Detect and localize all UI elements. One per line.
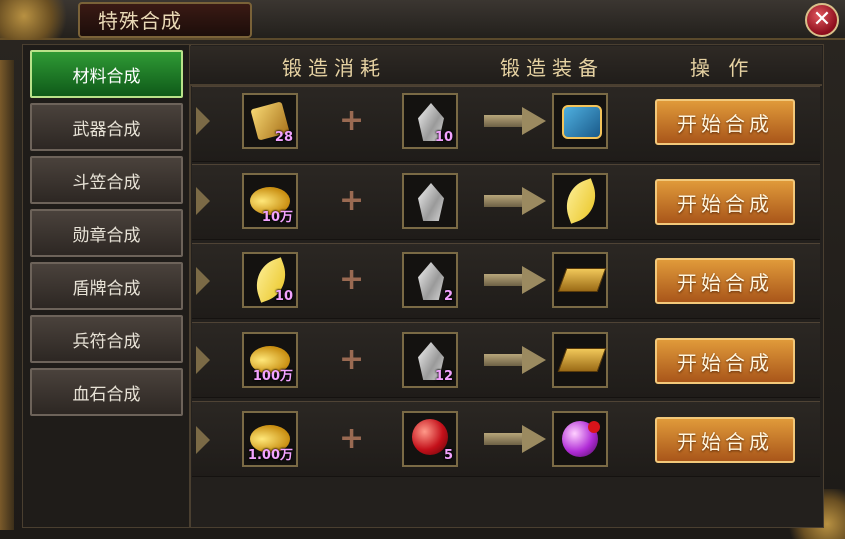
gold-ingot-icon (557, 268, 607, 292)
tab-material-synthesis[interactable]: 材料合成 (30, 50, 183, 98)
purple-orb-icon (562, 421, 600, 457)
start-synthesis-button[interactable]: 开始合成 (655, 99, 795, 145)
cost-slot-2[interactable] (402, 173, 458, 229)
dragon-ornament-icon (0, 0, 80, 40)
cost-slot-1[interactable]: 10万 (242, 173, 298, 229)
tab-weapon-synthesis[interactable]: 武器合成 (30, 103, 183, 151)
start-synthesis-button[interactable]: 开始合成 (655, 179, 795, 225)
item-quantity: 28 (274, 130, 293, 145)
result-slot[interactable] (552, 93, 608, 149)
plus-sign: + (339, 262, 365, 297)
cost-slot-2[interactable]: 2 (402, 252, 458, 308)
plus-sign: + (339, 342, 365, 377)
cost-slot-2[interactable]: 5 (402, 411, 458, 467)
golden-leaf-icon (558, 178, 604, 224)
result-slot[interactable] (552, 173, 608, 229)
start-synthesis-button[interactable]: 开始合成 (655, 417, 795, 463)
arrow-right-icon (484, 107, 546, 135)
result-slot[interactable] (552, 332, 608, 388)
start-synthesis-button[interactable]: 开始合成 (655, 338, 795, 384)
header-cost: 锻造消耗 (282, 56, 386, 80)
arrow-right-icon (484, 187, 546, 215)
tab-bloodstone-synthesis[interactable]: 血石合成 (30, 368, 183, 416)
start-synthesis-button[interactable]: 开始合成 (655, 258, 795, 304)
plus-sign: + (339, 421, 365, 456)
left-border-ornament (0, 60, 14, 530)
close-button[interactable]: ✕ (805, 3, 839, 37)
plus-sign: + (339, 103, 365, 138)
result-slot[interactable] (552, 252, 608, 308)
arrow-right-icon (484, 266, 546, 294)
cost-slot-1[interactable]: 28 (242, 93, 298, 149)
window-title: 特殊合成 (98, 9, 182, 33)
arrow-right-icon (484, 346, 546, 374)
cost-slot-1[interactable]: 10 (242, 252, 298, 308)
item-quantity: 2 (443, 289, 453, 304)
tab-hat-synthesis[interactable]: 斗笠合成 (30, 156, 183, 204)
item-quantity: 10万 (261, 210, 293, 225)
row-pointer-icon (196, 426, 210, 454)
item-quantity: 1.00万 (247, 448, 293, 463)
item-quantity: 100万 (252, 369, 293, 384)
scroll-icon (562, 105, 602, 139)
row-pointer-icon (196, 107, 210, 135)
tab-token-synthesis[interactable]: 兵符合成 (30, 315, 183, 363)
crystal-icon (418, 183, 444, 221)
item-quantity: 10 (434, 130, 453, 145)
item-quantity: 5 (443, 448, 453, 463)
arrow-right-icon (484, 425, 546, 453)
row-pointer-icon (196, 187, 210, 215)
plus-sign: + (339, 183, 365, 218)
result-slot[interactable] (552, 411, 608, 467)
item-quantity: 12 (434, 369, 453, 384)
tab-shield-synthesis[interactable]: 盾牌合成 (30, 262, 183, 310)
crystal-icon (418, 262, 444, 300)
header-result: 锻造装备 (500, 56, 604, 80)
close-icon: ✕ (812, 7, 832, 32)
cost-slot-2[interactable]: 12 (402, 332, 458, 388)
header-action: 操 作 (690, 56, 755, 80)
row-pointer-icon (196, 346, 210, 374)
cost-slot-2[interactable]: 10 (402, 93, 458, 149)
row-pointer-icon (196, 267, 210, 295)
tab-medal-synthesis[interactable]: 勋章合成 (30, 209, 183, 257)
red-orb-icon (412, 419, 448, 455)
item-quantity: 10 (274, 289, 293, 304)
gold-ingot-icon (557, 348, 607, 372)
cost-slot-1[interactable]: 1.00万 (242, 411, 298, 467)
cost-slot-1[interactable]: 100万 (242, 332, 298, 388)
